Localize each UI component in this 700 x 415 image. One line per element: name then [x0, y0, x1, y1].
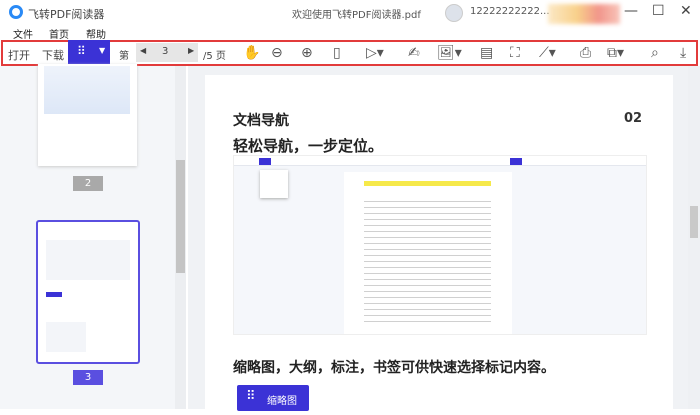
save-icon[interactable]: ⤓ — [680, 45, 686, 61]
page-input[interactable]: 3 — [162, 46, 168, 57]
maximize-icon[interactable]: ☐ — [652, 3, 665, 19]
next-page-icon[interactable]: ▶ — [188, 46, 194, 55]
thumbnail-page-2[interactable] — [38, 64, 137, 166]
hand-icon[interactable]: ✋ — [243, 45, 260, 61]
avatar[interactable] — [445, 4, 463, 22]
search-icon[interactable]: ⌕ — [651, 45, 659, 61]
thumbnail-image — [46, 292, 62, 297]
button-label: 缩略图 — [267, 392, 297, 407]
highlight-icon[interactable]: ▷▾ — [366, 45, 384, 61]
grid-icon: ⠿ — [77, 44, 86, 58]
grid-icon: ⠿ — [246, 389, 256, 404]
thumbnail-image — [46, 240, 130, 280]
scrollbar-thumb[interactable] — [176, 160, 185, 273]
line-icon[interactable]: ⟋▾ — [539, 45, 556, 61]
promo-banner[interactable] — [548, 4, 620, 24]
thumbnail-view-button[interactable]: ⠿ ▼ — [68, 40, 110, 66]
section-title: 文档导航 — [233, 110, 289, 130]
scrollbar-thumb[interactable] — [690, 206, 698, 238]
page-navigator: ◀ 3 ▶ — [136, 43, 198, 62]
signature-icon[interactable]: ✍ — [408, 45, 420, 61]
note-icon[interactable]: ▤ — [480, 45, 493, 61]
crop-icon[interactable]: ⛶ — [510, 45, 520, 61]
download-button[interactable]: 下载 — [42, 47, 64, 63]
thumbnail-label[interactable]: 2 — [73, 176, 103, 191]
thumbnail-image — [44, 66, 130, 114]
thumbnail-label[interactable]: 3 — [73, 370, 103, 385]
page-prefix: 第 — [119, 47, 129, 62]
menu-file[interactable]: 文件 — [13, 26, 33, 41]
zoom-in-icon[interactable]: ⊕ — [301, 45, 313, 61]
app-logo-icon — [9, 5, 23, 19]
thumbnail-feature-button: ⠿ 缩略图 — [237, 385, 309, 411]
close-icon[interactable]: ✕ — [680, 3, 692, 19]
user-name[interactable]: 12222222222... — [470, 6, 550, 17]
document-scrollbar[interactable] — [688, 66, 700, 409]
fit-page-icon[interactable]: ▯ — [333, 45, 341, 61]
thumbnail-page-3[interactable] — [36, 220, 140, 364]
thumbnail-image — [46, 322, 86, 352]
embedded-screenshot — [233, 155, 647, 335]
thumbnail-sidebar: 2 3 — [0, 66, 186, 409]
app-name: 飞转PDF阅读器 — [28, 6, 104, 22]
print-icon[interactable]: ⎙ — [580, 45, 591, 61]
chevron-down-icon[interactable]: ▼ — [99, 46, 105, 55]
section-number: 02 — [624, 111, 642, 126]
menu-help[interactable]: 帮助 — [86, 26, 106, 41]
image-icon[interactable]: 🖼▾ — [437, 45, 462, 61]
prev-page-icon[interactable]: ◀ — [140, 46, 146, 55]
rotate-icon[interactable]: ⧉▾ — [607, 45, 624, 61]
document-title: 欢迎使用飞转PDF阅读器.pdf — [292, 6, 421, 21]
minimize-icon[interactable]: — — [624, 3, 638, 19]
description: 缩略图，大纲，标注，书签可供快速选择标记内容。 — [233, 357, 555, 377]
zoom-out-icon[interactable]: ⊖ — [271, 45, 283, 61]
open-button[interactable]: 打开 — [8, 47, 30, 63]
subtitle: 轻松导航，一步定位。 — [233, 135, 383, 156]
total-pages: /5 页 — [203, 47, 226, 62]
sidebar-scrollbar[interactable] — [175, 66, 186, 409]
menu-home[interactable]: 首页 — [49, 26, 69, 41]
